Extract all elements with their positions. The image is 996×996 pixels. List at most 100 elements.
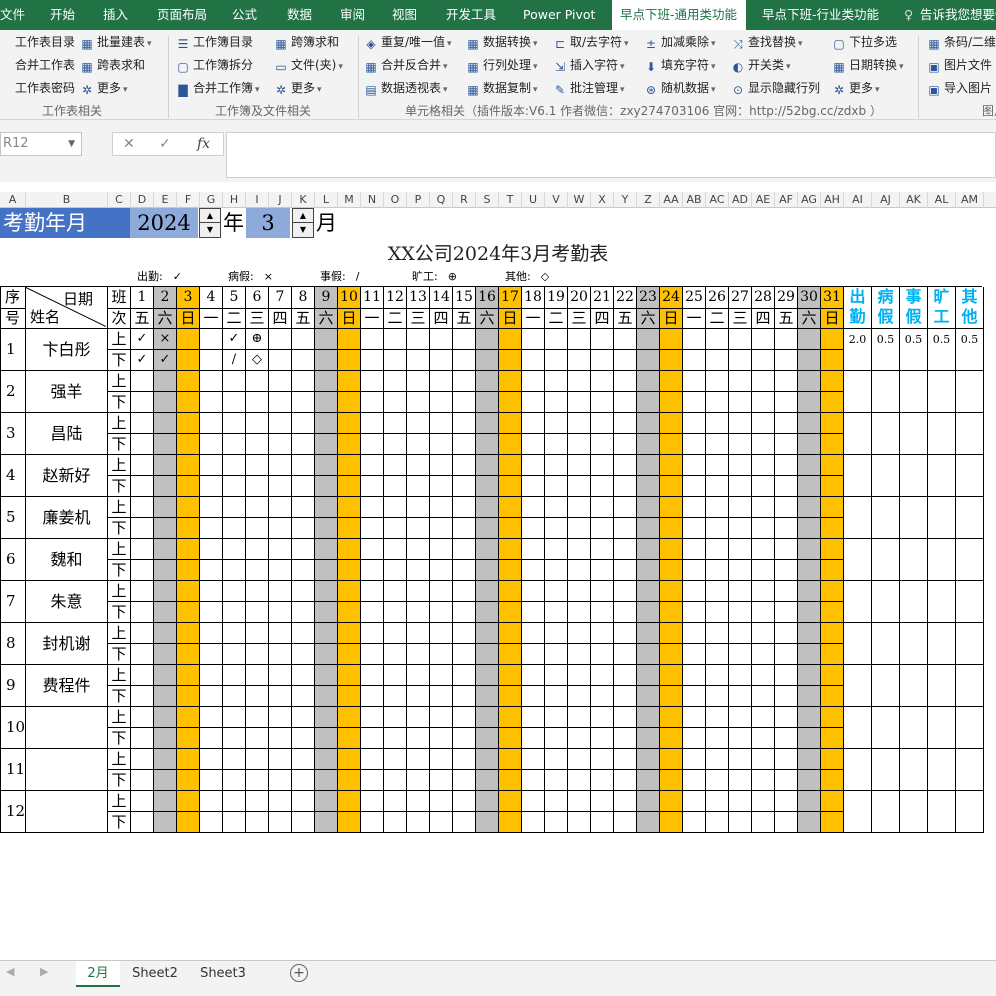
attendance-cell[interactable]: ✓	[131, 350, 154, 371]
column-header[interactable]: C	[108, 192, 131, 208]
attendance-cell[interactable]	[361, 329, 384, 350]
attendance-cell[interactable]	[522, 560, 545, 581]
attendance-cell[interactable]	[568, 812, 591, 833]
attendance-cell[interactable]	[246, 665, 269, 686]
column-header[interactable]: N	[361, 192, 384, 208]
attendance-cell[interactable]	[660, 329, 683, 350]
attendance-cell[interactable]	[154, 392, 177, 413]
attendance-cell[interactable]	[407, 602, 430, 623]
attendance-cell[interactable]	[315, 812, 338, 833]
attendance-cell[interactable]	[407, 581, 430, 602]
attendance-cell[interactable]	[361, 707, 384, 728]
attendance-cell[interactable]	[384, 602, 407, 623]
attendance-cell[interactable]	[522, 350, 545, 371]
ws-more[interactable]: ✲ 更多 ▾	[80, 78, 128, 98]
attendance-cell[interactable]	[660, 749, 683, 770]
attendance-cell[interactable]	[407, 686, 430, 707]
attendance-cell[interactable]	[499, 518, 522, 539]
attendance-cell[interactable]	[775, 392, 798, 413]
chevron-down-icon[interactable]: ▾	[711, 62, 716, 72]
attendance-cell[interactable]	[269, 371, 292, 392]
cell-math[interactable]: ± 加减乘除 ▾	[644, 32, 716, 52]
attendance-cell[interactable]	[361, 665, 384, 686]
attendance-cell[interactable]	[131, 749, 154, 770]
attendance-cell[interactable]	[522, 770, 545, 791]
attendance-cell[interactable]	[131, 686, 154, 707]
attendance-cell[interactable]	[223, 728, 246, 749]
attendance-cell[interactable]	[292, 644, 315, 665]
attendance-cell[interactable]	[453, 644, 476, 665]
spin-up-icon[interactable]: ▲	[200, 209, 220, 223]
wb-list[interactable]: ☰ 工作簿目录	[176, 32, 253, 52]
attendance-cell[interactable]	[729, 665, 752, 686]
attendance-cell[interactable]	[384, 518, 407, 539]
attendance-cell[interactable]	[223, 476, 246, 497]
column-header[interactable]: I	[246, 192, 269, 208]
attendance-cell[interactable]	[752, 476, 775, 497]
attendance-cell[interactable]	[476, 623, 499, 644]
ribbon-tab[interactable]: 公式	[232, 0, 257, 30]
cell-more[interactable]: ✲ 更多 ▾	[832, 78, 880, 98]
attendance-cell[interactable]	[522, 644, 545, 665]
attendance-cell[interactable]	[821, 665, 844, 686]
attendance-cell[interactable]	[384, 392, 407, 413]
attendance-cell[interactable]	[706, 560, 729, 581]
attendance-cell[interactable]	[131, 644, 154, 665]
attendance-cell[interactable]	[223, 644, 246, 665]
attendance-cell[interactable]	[683, 623, 706, 644]
attendance-cell[interactable]	[798, 665, 821, 686]
attendance-cell[interactable]	[821, 686, 844, 707]
sheet-tab-feb[interactable]: 2月	[76, 961, 120, 987]
attendance-cell[interactable]	[775, 749, 798, 770]
attendance-cell[interactable]	[177, 707, 200, 728]
attendance-cell[interactable]	[361, 413, 384, 434]
attendance-cell[interactable]	[545, 518, 568, 539]
attendance-cell[interactable]	[384, 707, 407, 728]
cell-comment[interactable]: ✎ 批注管理 ▾	[553, 78, 625, 98]
attendance-cell[interactable]	[361, 770, 384, 791]
attendance-cell[interactable]	[315, 749, 338, 770]
sheet-tab-sheet2[interactable]: Sheet2	[124, 961, 186, 987]
attendance-cell[interactable]	[315, 686, 338, 707]
attendance-cell[interactable]	[338, 392, 361, 413]
attendance-cell[interactable]	[338, 497, 361, 518]
attendance-cell[interactable]	[476, 749, 499, 770]
attendance-cell[interactable]	[798, 560, 821, 581]
attendance-cell[interactable]	[453, 686, 476, 707]
attendance-cell[interactable]	[821, 749, 844, 770]
attendance-cell[interactable]	[453, 749, 476, 770]
attendance-cell[interactable]	[798, 707, 821, 728]
attendance-cell[interactable]	[154, 791, 177, 812]
attendance-cell[interactable]	[154, 476, 177, 497]
attendance-cell[interactable]	[177, 350, 200, 371]
attendance-cell[interactable]	[453, 518, 476, 539]
attendance-cell[interactable]	[154, 644, 177, 665]
attendance-cell[interactable]: ✓	[223, 329, 246, 350]
attendance-cell[interactable]	[499, 392, 522, 413]
attendance-cell[interactable]	[338, 329, 361, 350]
attendance-cell[interactable]	[246, 392, 269, 413]
attendance-cell[interactable]	[407, 371, 430, 392]
attendance-cell[interactable]	[292, 581, 315, 602]
attendance-cell[interactable]	[522, 665, 545, 686]
attendance-cell[interactable]	[131, 413, 154, 434]
attendance-cell[interactable]	[407, 392, 430, 413]
attendance-cell[interactable]	[177, 791, 200, 812]
attendance-cell[interactable]	[292, 434, 315, 455]
attendance-cell[interactable]	[384, 728, 407, 749]
attendance-cell[interactable]	[338, 728, 361, 749]
attendance-cell[interactable]	[522, 707, 545, 728]
column-header[interactable]: Y	[614, 192, 637, 208]
attendance-cell[interactable]	[729, 581, 752, 602]
column-header[interactable]: H	[223, 192, 246, 208]
attendance-cell[interactable]	[200, 644, 223, 665]
attendance-cell[interactable]	[453, 581, 476, 602]
chevron-down-icon[interactable]: ▾	[447, 39, 452, 49]
attendance-cell[interactable]	[384, 350, 407, 371]
attendance-cell[interactable]	[407, 413, 430, 434]
attendance-cell[interactable]	[453, 413, 476, 434]
attendance-cell[interactable]	[545, 455, 568, 476]
attendance-cell[interactable]	[430, 770, 453, 791]
attendance-cell[interactable]	[637, 602, 660, 623]
confirm-icon[interactable]: ✓	[159, 133, 171, 155]
